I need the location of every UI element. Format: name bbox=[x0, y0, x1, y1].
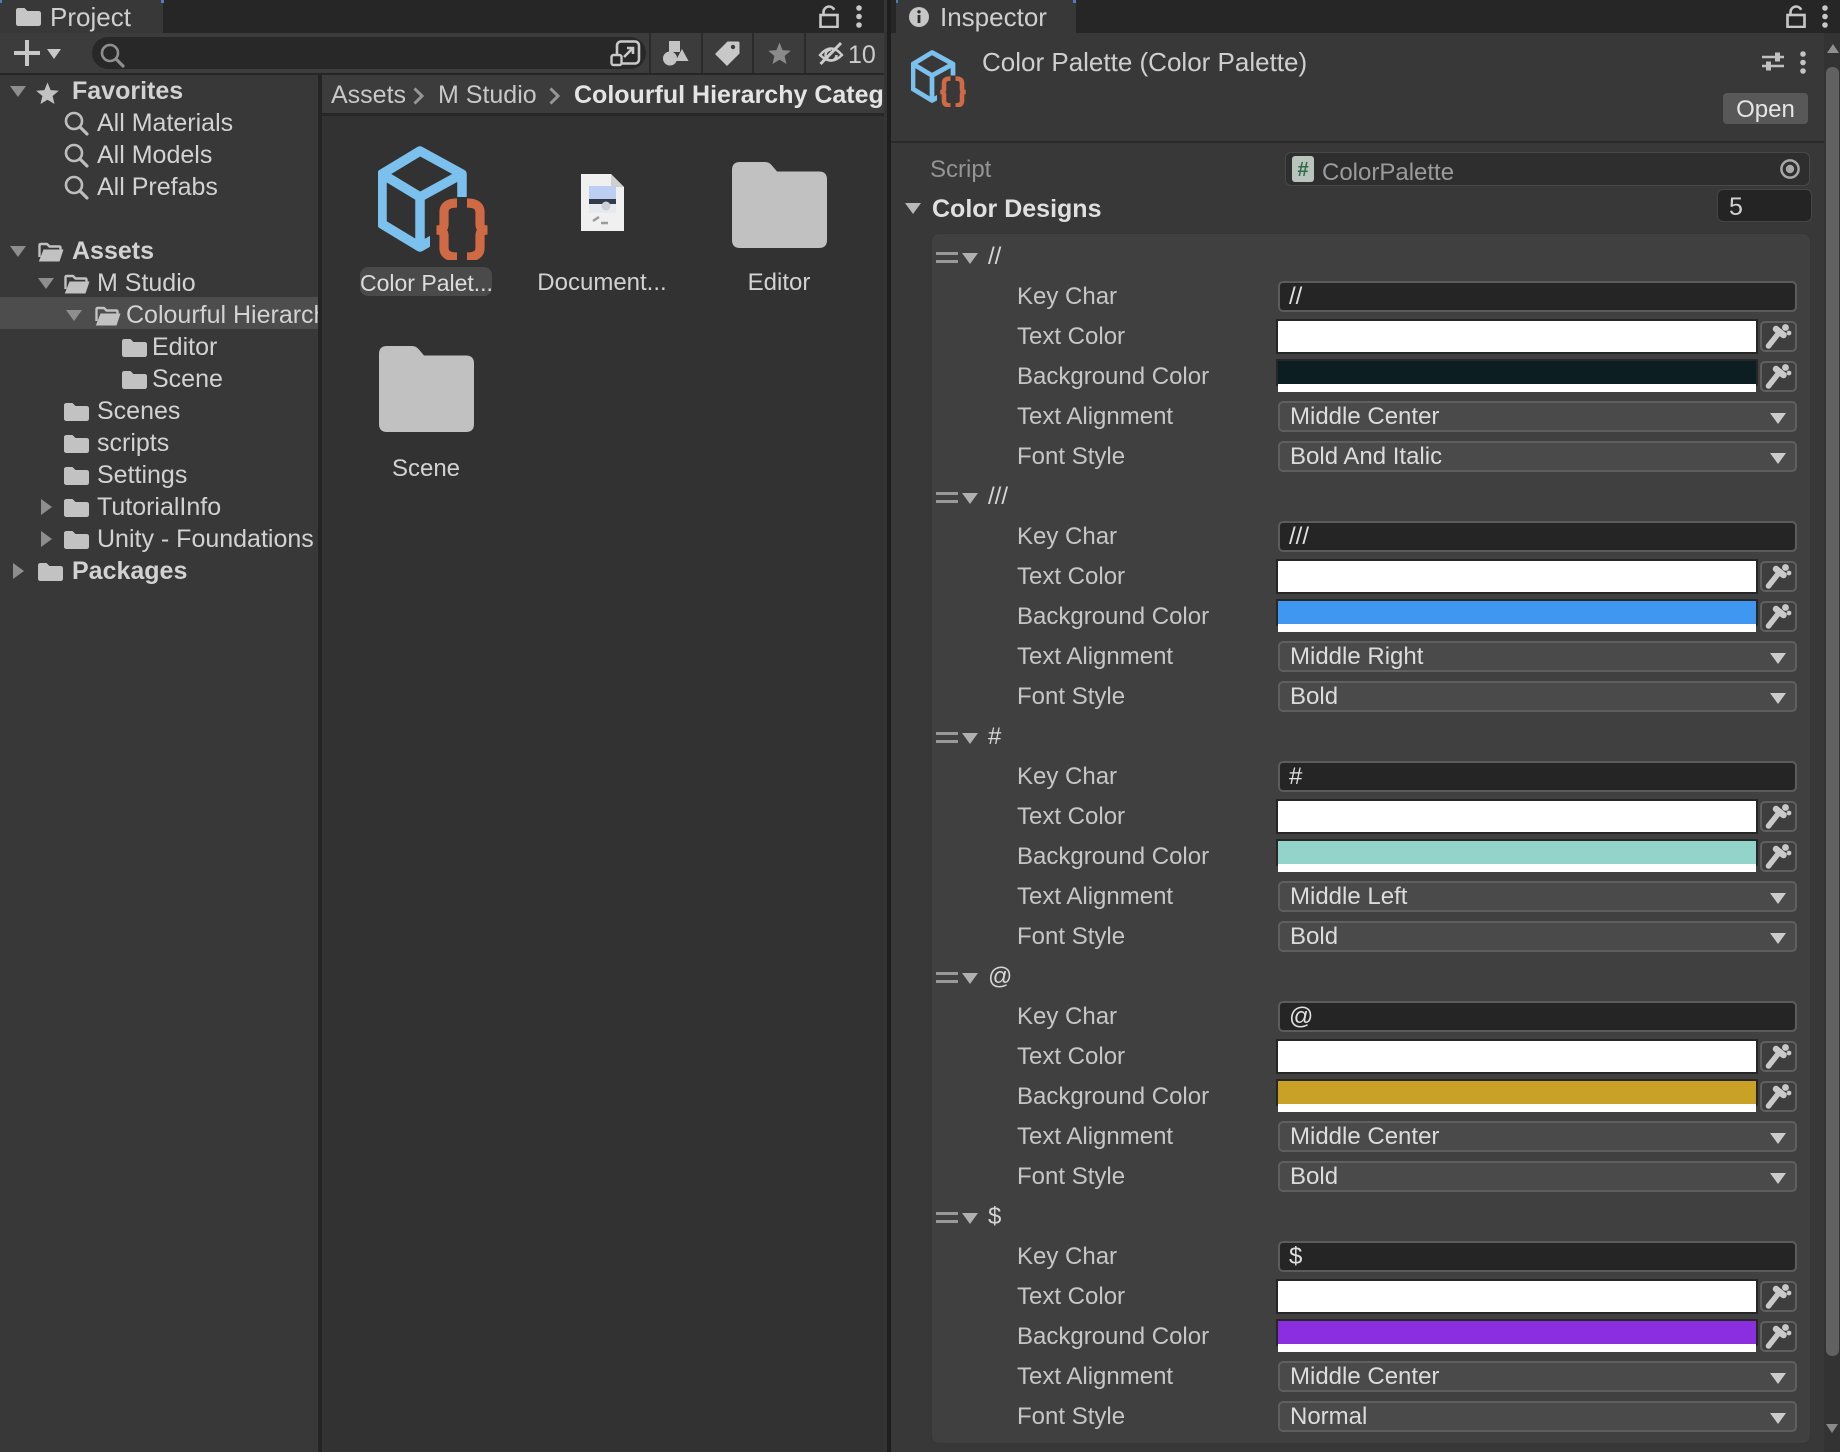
svg-text:#: # bbox=[1297, 159, 1308, 181]
